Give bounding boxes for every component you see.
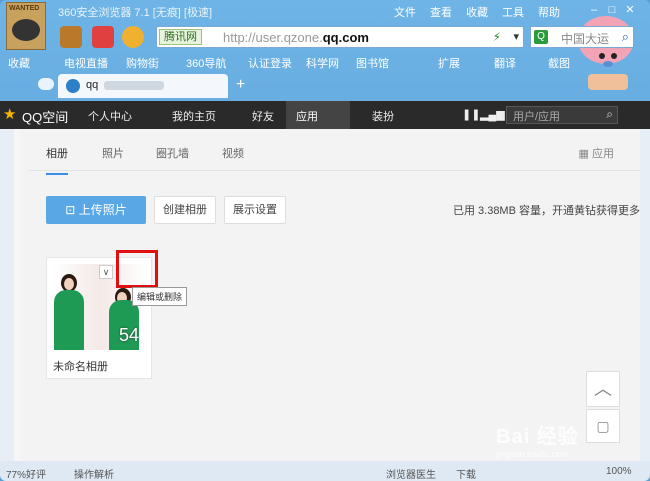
menu-view[interactable]: 查看 (430, 4, 452, 20)
chevron-down-icon[interactable]: ▾ (513, 30, 519, 43)
bookmarks-bar: 收藏 电视直播 购物街 360导航 认证登录 科学网 图书馆 扩展 翻译 截图 (0, 52, 650, 72)
star-logo-icon: ★ (3, 106, 17, 123)
right-edge (640, 129, 650, 461)
menu-tools[interactable]: 工具 (502, 4, 524, 20)
title-menu: 文件 查看 收藏 工具 帮助 (394, 4, 560, 20)
qzone-navbar: ★ QQ空间 个人中心 我的主页 好友 应用 装扮 ❚❚ ▂▄▆ 用户/应用 ⌕ (0, 101, 650, 129)
upload-photos-button[interactable]: ⊡ 上传照片 (46, 196, 146, 224)
search-box[interactable]: Q 中国大运 ⌕ (530, 26, 634, 48)
photo-count: 54 (118, 325, 139, 345)
apps-link[interactable]: ▦ 应用 (579, 145, 614, 161)
search-icon[interactable]: ⌕ (606, 107, 613, 122)
pause-icon[interactable]: ❚❚ (462, 108, 480, 121)
status-bar: 77%好评 操作解析 浏览器医生 下载 100% (0, 461, 650, 481)
menu-help[interactable]: 帮助 (538, 4, 560, 20)
tab-photos[interactable]: 照片 (102, 145, 124, 161)
storage-usage: 已用 3.38MB 容量，开通黄钻获得更多 (452, 205, 640, 217)
menu-file[interactable]: 文件 (394, 4, 416, 20)
bookmark-nav[interactable]: 360导航 (186, 55, 226, 71)
bookmark-tv[interactable]: 电视直播 (64, 55, 108, 71)
nav-apps[interactable]: 应用 (296, 108, 318, 124)
baidu-watermark: Bai 经验 jingyan.baidu.com (496, 426, 579, 459)
feedback-button[interactable]: ▢ (586, 409, 620, 443)
bookmark-library[interactable]: 图书馆 (356, 55, 389, 71)
status-doctor[interactable]: 浏览器医生 (386, 466, 436, 481)
menu-favorites[interactable]: 收藏 (466, 4, 488, 20)
tab-face-wall[interactable]: 圈孔墙 (156, 145, 189, 161)
tab-title-blurred (104, 81, 164, 90)
nav-personal-center[interactable]: 个人中心 (88, 108, 132, 124)
back-to-top-button[interactable]: ︿ (586, 371, 620, 407)
window-title: 360安全浏览器 7.1 [无痕] [极速] (58, 7, 213, 19)
user-app-search-input[interactable]: 用户/应用 (513, 111, 560, 123)
cloud-icon[interactable] (38, 78, 54, 90)
album-name[interactable]: 未命名相册 (53, 358, 108, 374)
new-tab-icon[interactable]: + (236, 76, 245, 94)
home-icon[interactable] (122, 26, 144, 48)
tab-videos[interactable]: 视频 (222, 145, 244, 161)
speed-icon[interactable]: ⚡ (493, 30, 501, 44)
upload-icon: ⊡ (65, 203, 79, 217)
bookmark-login[interactable]: 认证登录 (248, 55, 292, 71)
grid-icon: ▦ (578, 148, 592, 160)
user-app-search[interactable]: 用户/应用 ⌕ (506, 106, 618, 124)
feedback-icon: ▢ (596, 418, 610, 434)
browser-window: 360安全浏览器 7.1 [无痕] [极速] 文件 查看 收藏 工具 帮助 – … (0, 0, 650, 481)
address-bar[interactable]: 腾讯网 http://user.qzone.qq.com ⚡ ▾ (156, 26, 524, 48)
left-edge (0, 129, 14, 461)
album-page: 相册 照片 圈孔墙 视频 ▦ 应用 ⊡ 上传照片 创建相册 展示设置 已用 3.… (14, 129, 640, 461)
search-engine-icon[interactable]: Q (534, 30, 548, 44)
bookmark-screenshot[interactable]: 截图 (548, 55, 570, 71)
signal-icon[interactable]: ▂▄▆ (480, 108, 505, 121)
url-text[interactable]: http://user.qzone.qq.com (223, 30, 369, 45)
tab-albums[interactable]: 相册 (46, 145, 68, 175)
back-icon[interactable] (60, 26, 82, 48)
bookmark-translate[interactable]: 翻译 (494, 55, 516, 71)
create-album-button[interactable]: 创建相册 (154, 196, 216, 224)
tab-strip: qq + (0, 72, 650, 98)
zoom-level[interactable]: 100% (606, 466, 632, 477)
stop-icon[interactable] (92, 26, 114, 48)
nav-friends[interactable]: 好友 (252, 108, 274, 124)
tab-title: qq (86, 79, 99, 91)
tab-qzone[interactable]: qq (58, 74, 228, 98)
search-input[interactable]: 中国大运 (561, 30, 609, 47)
bookmark-shopping[interactable]: 购物街 (126, 55, 159, 71)
nav-my-homepage[interactable]: 我的主页 (172, 108, 216, 124)
search-icon[interactable]: ⌕ (622, 29, 629, 45)
nav-decorate[interactable]: 装扮 (372, 108, 394, 124)
status-rating[interactable]: 77%好评 (6, 466, 46, 481)
album-subtabs: 相册 照片 圈孔墙 视频 ▦ 应用 (28, 129, 640, 175)
bookmark-extensions[interactable]: 扩展 (438, 55, 460, 71)
qzone-favicon-icon (66, 79, 80, 93)
qzone-brand[interactable]: QQ空间 (22, 107, 68, 126)
status-download[interactable]: 下载 (456, 466, 476, 481)
site-tag[interactable]: 腾讯网 (159, 29, 202, 45)
chevron-up-icon: ︿ (594, 379, 612, 399)
edit-delete-tooltip: 编辑或删除 (132, 287, 188, 306)
bookmark-favorites[interactable]: 收藏 (8, 55, 30, 71)
status-parse[interactable]: 操作解析 (74, 466, 114, 481)
chevron-down-icon[interactable]: ∨ (99, 265, 113, 279)
display-settings-button[interactable]: 展示设置 (224, 196, 286, 224)
address-row: 腾讯网 http://user.qzone.qq.com ⚡ ▾ Q 中国大运 … (0, 22, 650, 52)
title-bar: 360安全浏览器 7.1 [无痕] [极速] 文件 查看 收藏 工具 帮助 – … (0, 0, 650, 22)
bookmark-science[interactable]: 科学网 (306, 55, 339, 71)
highlight-box (116, 250, 158, 288)
